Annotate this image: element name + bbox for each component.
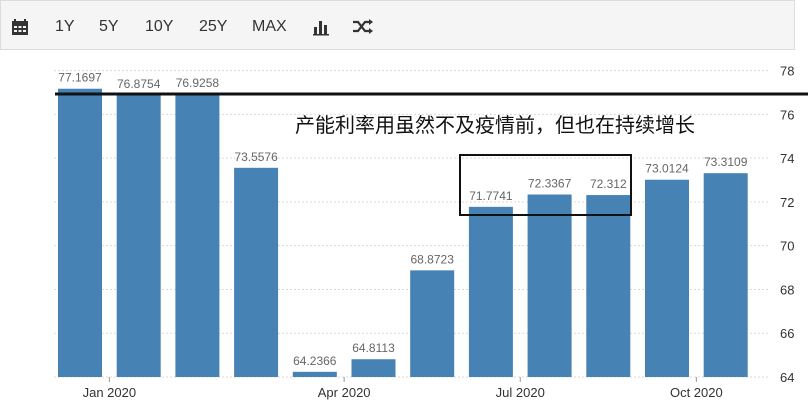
bar-value-label: 72.3367 — [528, 177, 572, 191]
y-tick-label: 64 — [780, 370, 794, 385]
chart-toolbar: 1Y 5Y 10Y 25Y MAX — [0, 0, 795, 50]
x-tick-label: Oct 2020 — [670, 385, 723, 400]
bar — [586, 195, 631, 377]
bar-value-label: 73.3109 — [704, 155, 748, 169]
y-axis: 64 66 68 70 72 74 76 78 — [780, 64, 794, 385]
y-tick-label: 74 — [780, 151, 794, 166]
x-axis: Jan 2020 Apr 2020 Jul 2020 Oct 2020 — [83, 377, 723, 400]
bar — [703, 173, 748, 377]
bar — [645, 179, 689, 377]
bar — [527, 194, 572, 377]
bar — [175, 94, 220, 377]
bar-value-label: 71.7741 — [469, 189, 513, 203]
shuffle-icon[interactable] — [352, 15, 376, 39]
range-5y-button[interactable]: 5Y — [99, 15, 119, 39]
bar-value-label: 64.8113 — [352, 341, 395, 355]
bar-chart: 77.1697 76.8754 76.9258 73.5576 64.2366 64.81… — [54, 64, 808, 400]
bar — [116, 95, 161, 377]
x-tick-label: Jul 2020 — [496, 385, 545, 400]
bar-value-label: 73.5576 — [234, 150, 278, 164]
y-tick-label: 78 — [780, 64, 794, 79]
bar — [292, 371, 337, 377]
bar-value-label: 72.312 — [590, 177, 627, 191]
x-tick-label: Apr 2020 — [318, 385, 371, 400]
bar-value-label: 73.0124 — [645, 162, 689, 176]
x-tick-label: Jan 2020 — [83, 385, 137, 400]
y-tick-label: 68 — [780, 282, 794, 297]
bar — [351, 359, 396, 377]
bar — [58, 88, 102, 378]
bar — [410, 270, 455, 377]
y-tick-label: 76 — [780, 107, 794, 122]
bar — [234, 167, 279, 377]
y-tick-label: 70 — [780, 239, 794, 254]
y-tick-label: 72 — [780, 195, 794, 210]
range-max-button[interactable]: MAX — [252, 15, 287, 39]
bar-value-label: 77.1697 — [58, 71, 102, 85]
range-10y-button[interactable]: 10Y — [145, 15, 173, 39]
y-tick-label: 66 — [780, 326, 794, 341]
calendar-icon[interactable] — [11, 15, 35, 39]
bar-value-label: 68.8723 — [411, 252, 455, 266]
annotation-text: 产能利率用虽然不及疫情前，但也在持续增长 — [295, 113, 695, 137]
bar-value-label: 76.9258 — [176, 76, 220, 90]
bar-value-label: 64.2366 — [293, 354, 337, 368]
bar-chart-icon[interactable] — [312, 15, 336, 39]
range-1y-button[interactable]: 1Y — [55, 15, 75, 39]
range-25y-button[interactable]: 25Y — [199, 15, 227, 39]
bar — [468, 206, 513, 377]
bar-value-label: 76.8754 — [117, 77, 161, 91]
